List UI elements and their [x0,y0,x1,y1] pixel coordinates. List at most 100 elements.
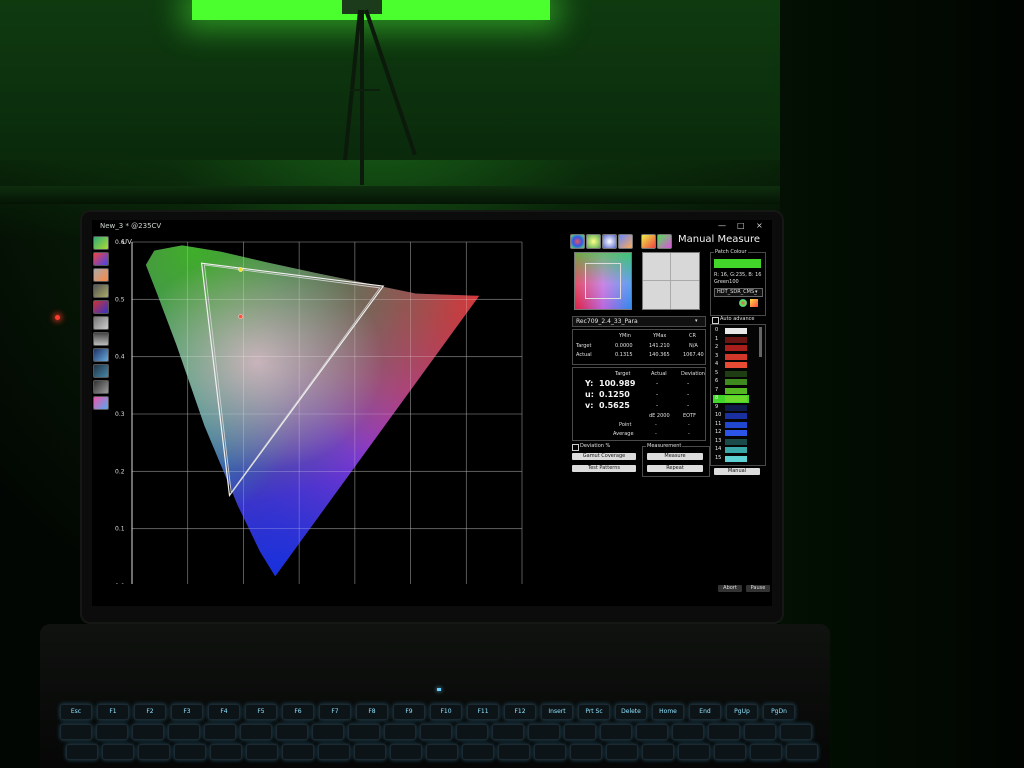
manual-button[interactable]: Manual [714,468,760,475]
green-target-point [238,267,244,272]
keyboard-key [102,744,134,760]
keyboard-key: PgDn [763,704,795,720]
eotf-header: EOTF [683,413,697,419]
measure-button[interactable]: Measure [647,453,703,460]
keyboard-key [384,724,416,740]
measurement-group-label: Measurement [646,443,683,449]
repeat-button[interactable]: Repeat [647,465,703,472]
patch-list-item[interactable]: 2 [713,344,749,352]
greyscale-icon[interactable] [93,332,109,346]
colour-wheel-icon[interactable] [570,234,585,249]
target-icon[interactable] [618,234,633,249]
luminance-icon[interactable] [93,316,109,330]
keyboard-key: F2 [134,704,166,720]
y-target: 100.989 [599,379,636,388]
patch-list-item[interactable]: 7 [713,387,749,395]
contrast-icon[interactable] [93,380,109,394]
window-title: New_3 * @235CV [100,222,162,230]
patch-number: 12 [715,429,722,435]
palette-icon[interactable] [657,234,672,249]
pencil-settings-icon[interactable] [641,234,656,249]
patch-swatch [725,438,747,445]
patch-swatch [725,362,747,368]
patch-number: 10 [715,412,722,418]
de2000-header: dE 2000 [649,413,670,419]
patch-list-item[interactable]: 3 [713,353,749,361]
keyboard-key [780,724,812,740]
test-patterns-button[interactable]: Test Patterns [572,465,636,472]
deviation-checkbox[interactable] [572,444,579,451]
patch-number: 0 [715,327,719,333]
patch-list-item[interactable]: 4 [713,361,749,369]
abort-button[interactable]: Abort [718,585,742,592]
keyboard-key [132,724,164,740]
keyboard-key [354,744,386,760]
average-de: - [655,431,657,437]
keyboard-key: PgUp [726,704,758,720]
reference-swatch [642,252,700,310]
u-label: u: [585,390,594,399]
patch-list-item[interactable]: 8 [713,395,749,403]
keyboard-key [672,724,704,740]
average-label: Average [613,431,634,437]
close-button[interactable]: × [756,221,763,230]
delta-e-icon[interactable] [93,364,109,378]
y-tick-label: 0.3 [115,411,125,418]
patch-list-item[interactable]: 12 [713,429,749,437]
patch-number: 4 [715,361,719,367]
patch-rgb-text: R: 16, G:235, B: 16 [714,272,762,278]
average-eotf: - [688,431,690,437]
cie-chart-icon[interactable] [93,236,109,250]
keyboard-key: F7 [319,704,351,720]
patch-list-item[interactable]: 13 [713,438,749,446]
pencil-icon[interactable] [93,268,109,282]
patch-list[interactable]: 0 1 2 3 4 5 6 7 8 9 10 11 12 13 14 15 [710,324,766,466]
saturation-sweep-icon[interactable] [602,234,617,249]
patch-colour-group: Patch Colour R: 16, G:235, B: 16 Green10… [710,249,766,316]
patch-list-item[interactable]: 5 [713,370,749,378]
spectrum-icon[interactable] [93,348,109,362]
patch-list-item[interactable]: 15 [713,455,749,463]
gamut-icon[interactable] [93,252,109,266]
keyboard-key [714,744,746,760]
target-header: Target [615,371,631,377]
palette-small-icon[interactable] [739,299,747,307]
actual-row-label: Actual [576,352,592,358]
patch-number: 7 [715,386,719,393]
white-point-point [238,314,244,319]
patch-swatch [725,328,747,334]
patch-list-item[interactable]: 0 [713,327,749,335]
patch-list-item[interactable]: 14 [713,446,749,454]
maximize-button[interactable]: □ [737,221,745,230]
colour-checker-icon[interactable] [586,234,601,249]
patch-swatch [725,379,747,385]
actual-ymax: 140.365 [649,352,670,358]
keyboard-key: F3 [171,704,203,720]
gamut-coverage-button[interactable]: Gamut Coverage [572,453,636,460]
measurement-readout: Target Actual Deviation Y: 100.989 - - u… [572,367,706,441]
patch-swatch [725,421,747,428]
patch-list-item[interactable]: 1 [713,336,749,344]
saturation-icon[interactable] [93,396,109,410]
keyboard-key [786,744,818,760]
patch-list-scrollbar[interactable] [759,327,762,357]
cr-header: CR [689,333,696,339]
patch-set-select[interactable]: HDT_SDR_CMS_ ▾ [714,288,763,297]
keyboard-key: F10 [430,704,462,720]
keyboard-key [528,724,560,740]
patch-list-item[interactable]: 6 [713,378,749,386]
profile-select[interactable]: Rec709_2.4_33_Para ▾ [572,316,706,327]
patch-list-item[interactable]: 9 [713,404,749,412]
edit-small-icon[interactable] [750,299,758,307]
auto-advance-checkbox[interactable] [712,317,719,324]
patch-list-item[interactable]: 10 [713,412,749,420]
pause-button[interactable]: Pause [746,585,770,592]
patch-list-item[interactable]: 11 [713,421,749,429]
patch-name: Green100 [714,279,739,285]
keyboard-key [66,744,98,760]
rgb-balance-icon[interactable] [93,300,109,314]
minimize-button[interactable]: — [718,221,726,230]
patch-number: 2 [715,344,719,350]
manual-measure-panel: Manual Measure Rec709_2.4_33_Para ▾ YMin… [568,234,772,594]
gamma-icon[interactable] [93,284,109,298]
